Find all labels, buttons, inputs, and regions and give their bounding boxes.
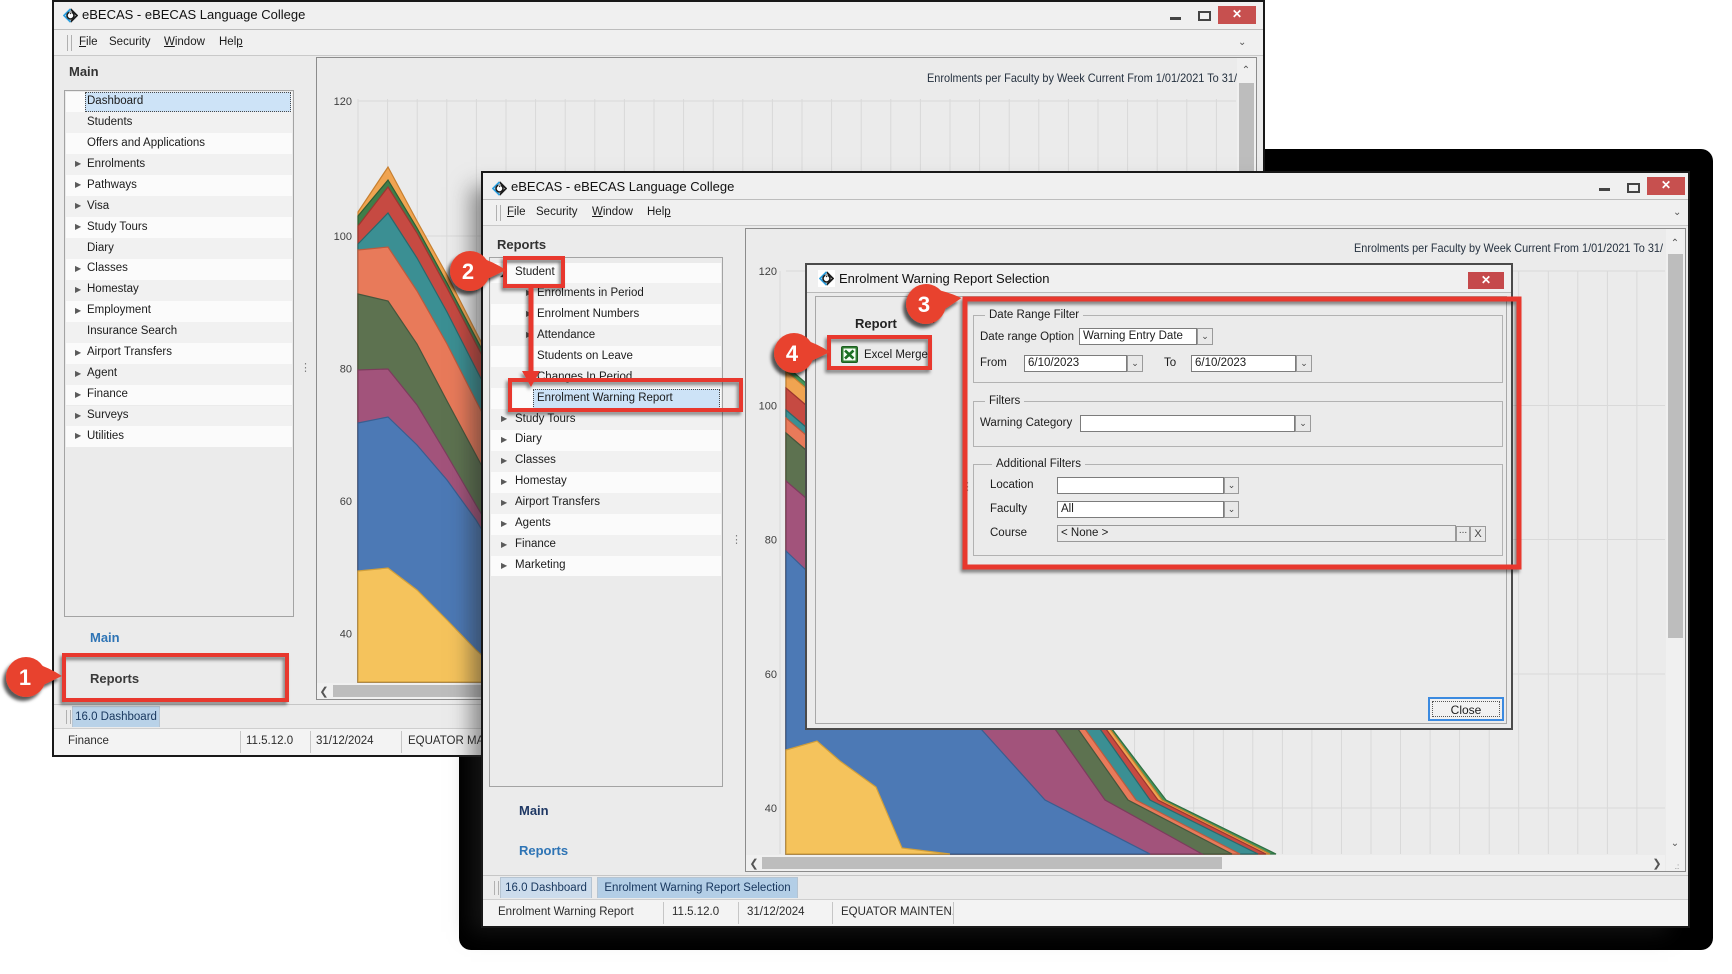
svg-text:60: 60 — [765, 669, 777, 681]
svg-text:⌃: ⌃ — [1242, 65, 1250, 76]
svg-text:❮: ❮ — [749, 858, 758, 870]
svg-text:60: 60 — [340, 496, 352, 508]
svg-text:❯: ❯ — [1652, 858, 1661, 870]
svg-text:⌄: ⌄ — [1671, 838, 1679, 849]
svg-text:40: 40 — [765, 803, 777, 815]
svg-text:100: 100 — [759, 401, 777, 413]
svg-text:40: 40 — [340, 629, 352, 641]
svg-text:80: 80 — [340, 364, 352, 376]
svg-text:❮: ❮ — [319, 686, 328, 698]
svg-text:Enrolments per Faculty by Week: Enrolments per Faculty by Week Current F… — [1354, 241, 1664, 255]
svg-text:.:: .: — [1675, 862, 1679, 871]
svg-text:Enrolments per Faculty by Week: Enrolments per Faculty by Week Current F… — [927, 71, 1238, 85]
svg-text:⌃: ⌃ — [1671, 238, 1679, 249]
svg-text:80: 80 — [765, 535, 777, 547]
svg-text:120: 120 — [759, 266, 777, 278]
svg-text:120: 120 — [334, 96, 352, 108]
svg-text:100: 100 — [334, 231, 352, 243]
svg-text:1: 1 — [19, 665, 31, 690]
